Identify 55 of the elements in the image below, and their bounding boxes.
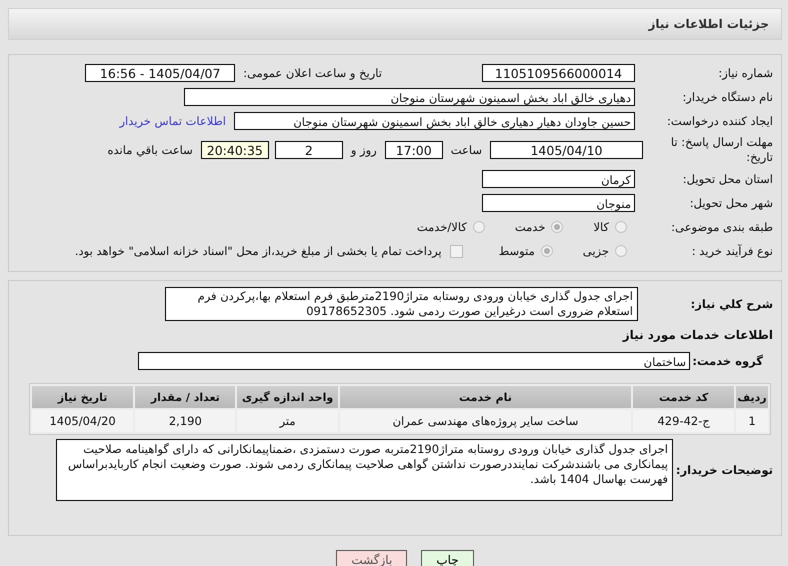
radio-label: متوسط [498, 244, 535, 258]
table-cell: متر [237, 410, 338, 432]
city-field[interactable]: منوجان [482, 194, 635, 212]
field-label: نوع فرآیند خرید : [690, 244, 774, 258]
column-header: تعداد / مقدار [135, 386, 236, 408]
buyer-org-field[interactable]: دهیاری خالق اباد بخش اسمینون شهرستان منوجان [184, 88, 635, 106]
service-group-field[interactable]: ساختمان [138, 352, 690, 370]
field-label: مهلت ارسال پاسخ: تا تاریخ: [670, 135, 774, 165]
remaining-time-field[interactable]: 20:40:35 [200, 141, 269, 159]
field-label: استان محل تحویل: [682, 172, 774, 186]
page-title: جزئیات اطلاعات نیاز [648, 17, 769, 31]
field-label: ایجاد کننده درخواست: [666, 114, 774, 128]
announce-date-field[interactable]: 1405/04/07 - 16:56 [85, 64, 236, 82]
deadline-time-field[interactable]: 17:00 [384, 141, 443, 159]
deadline-date-field[interactable]: 1405/04/10 [490, 141, 643, 159]
checkbox-label: پرداخت تمام یا بخشی از مبلغ خرید،از محل "اسناد خزانه اسلامی" خواهد بود. [74, 244, 442, 258]
radio-label: کالا [593, 220, 609, 234]
radio-button[interactable] [551, 221, 564, 233]
radio-label: جزیی [582, 244, 609, 258]
field-label: توضیحات خریدار: [674, 462, 774, 478]
days-field[interactable]: 2 [274, 141, 343, 159]
column-header: ردیف [736, 386, 768, 408]
field-label: تاریخ و ساعت اعلان عمومی: [243, 66, 382, 80]
time-label: ساعت [450, 143, 482, 157]
radio-label: کالا/خدمت [416, 220, 467, 234]
field-label: شماره نیاز: [717, 66, 774, 80]
requester-field[interactable]: حسین جاودان دهیار دهیاری خالق اباد بخش اسمینون شهرستان منوجان [234, 112, 635, 130]
table-cell: 2,190 [135, 410, 236, 432]
table-cell: ج-42-429 [633, 410, 734, 432]
radio-button[interactable] [472, 221, 485, 233]
field-label: شرح کلي نیاز: [690, 296, 774, 312]
field-label: نام دستگاه خریدار: [681, 90, 774, 104]
column-header: نام خدمت [340, 386, 632, 408]
need-number-field[interactable]: 1105109566000014 [482, 64, 635, 82]
table-cell: 1 [736, 410, 768, 432]
table-cell: 1405/04/20 [32, 410, 134, 432]
radio-button[interactable] [540, 245, 553, 257]
field-label: گروه خدمت: [691, 354, 764, 368]
radio-button[interactable] [615, 221, 627, 233]
table-cell: ساخت سایر پروژه‌های مهندسی عمران [340, 410, 632, 432]
radio-label: خدمت [514, 220, 546, 234]
field-label: شهر محل تحویل: [688, 196, 774, 210]
column-header: واحد اندازه گیری [237, 386, 338, 408]
field-label: طبقه بندی موضوعی: [670, 220, 774, 234]
column-header: کد خدمت [633, 386, 734, 408]
buyer-notes-field[interactable]: اجرای جدول گذاری خیابان ورودی روستابه متراژ2190متربه صورت دستمزدی ،ضمناپیمانکارانی که دارای گواهینامه صلاحیت پیمانکاری می باشندشرکت نمایندد‌رصورت نداشتن گواهی صلاحیت پیمانکاری ردمی شوند. صورت وضعیت انجام کاربایدبراساس فهرست بهاسال 1404 باشد. [56, 439, 673, 501]
checkbox[interactable] [450, 244, 463, 258]
remaining-label: ساعت باقي مانده [108, 143, 193, 157]
contact-link[interactable]: اطلاعات تماس خریدار [119, 114, 226, 128]
column-header: تاریخ نیاز [32, 386, 134, 408]
description-field[interactable]: اجرای جدول گذاری خیابان ورودی روستابه متراژ2190مترطبق فرم استعلام بها،پرکردن فرم استعلام ضروری است درغیراین صورت ردمی شود. 09178652305 [165, 287, 638, 321]
section-title: اطلاعات خدمات مورد نیاز [621, 328, 774, 342]
province-field[interactable]: کرمان [482, 170, 635, 188]
days-label: روز و [350, 143, 377, 157]
radio-button[interactable] [615, 245, 627, 257]
